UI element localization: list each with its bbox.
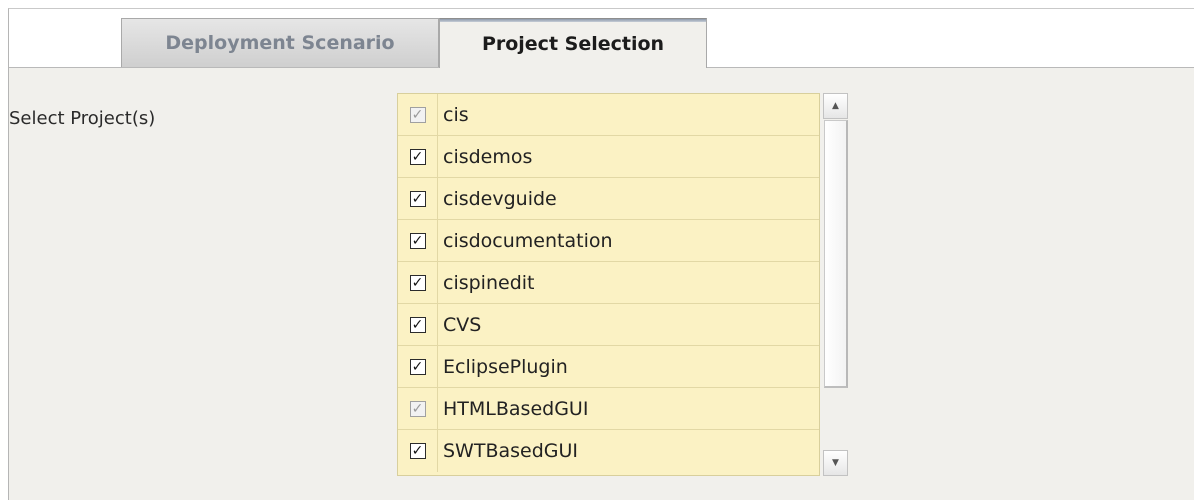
checkbox-swtbasedgui[interactable]: ✓ xyxy=(409,443,426,459)
checkbox-cell: ✓ xyxy=(398,430,438,472)
tab-project-selection[interactable]: Project Selection xyxy=(439,18,707,68)
checkbox-cispinedit[interactable]: ✓ xyxy=(409,274,426,291)
checkbox-cis: ✓ xyxy=(409,106,426,123)
list-item-label: cispinedit xyxy=(443,271,535,294)
list-item-label: cisdemos xyxy=(443,145,533,168)
list-item[interactable]: ✓ cisdocumentation xyxy=(398,220,819,262)
checkbox-cell: ✓ xyxy=(398,388,438,429)
checkbox-cvs[interactable]: ✓ xyxy=(409,316,426,333)
checkbox-cell: ✓ xyxy=(398,136,438,177)
tab-deployment-scenario[interactable]: Deployment Scenario xyxy=(121,18,439,67)
scroll-up-button[interactable]: ▲ xyxy=(823,93,848,119)
list-item[interactable]: ✓ SWTBasedGUI xyxy=(398,430,819,472)
project-list[interactable]: ✓ cis ✓ cisdemos ✓ cisdevguide ✓ cisdocu… xyxy=(397,93,820,476)
list-item-label: HTMLBasedGUI xyxy=(443,397,589,420)
list-item[interactable]: ✓ cisdevguide xyxy=(398,178,819,220)
list-item[interactable]: ✓ EclipsePlugin xyxy=(398,346,819,388)
tab-project-selection-label: Project Selection xyxy=(481,32,665,55)
list-item-label: SWTBasedGUI xyxy=(443,440,579,462)
checkbox-eclipseplugin[interactable]: ✓ xyxy=(409,358,426,375)
checkbox-cell: ✓ xyxy=(398,178,438,219)
checkbox-cisdevguide[interactable]: ✓ xyxy=(409,190,426,207)
checkbox-cell: ✓ xyxy=(398,94,438,135)
arrow-down-icon: ▼ xyxy=(832,458,839,468)
checkbox-cisdocumentation[interactable]: ✓ xyxy=(409,232,426,249)
list-item[interactable]: ✓ cis xyxy=(398,94,819,136)
vertical-scrollbar[interactable]: ▲ ▼ xyxy=(821,93,850,476)
scrollbar-thumb[interactable] xyxy=(824,120,848,388)
list-item[interactable]: ✓ HTMLBasedGUI xyxy=(398,388,819,430)
list-item-label: cis xyxy=(443,103,469,126)
scroll-down-button[interactable]: ▼ xyxy=(823,450,848,476)
list-item-label: cisdevguide xyxy=(443,187,557,210)
select-projects-label: Select Project(s) xyxy=(9,108,156,129)
list-item[interactable]: ✓ CVS xyxy=(398,304,819,346)
tab-strip: Deployment Scenario Project Selection xyxy=(9,9,1194,68)
checkbox-cell: ✓ xyxy=(398,220,438,261)
checkbox-htmlbasedgui: ✓ xyxy=(409,400,426,417)
list-item-label: CVS xyxy=(443,313,482,336)
checkbox-cell: ✓ xyxy=(398,304,438,345)
project-selection-panel: Deployment Scenario Project Selection Se… xyxy=(8,8,1194,500)
list-item-label: cisdocumentation xyxy=(443,229,613,252)
list-item[interactable]: ✓ cispinedit xyxy=(398,262,819,304)
list-item[interactable]: ✓ cisdemos xyxy=(398,136,819,178)
checkbox-cell: ✓ xyxy=(398,346,438,387)
tab-deployment-scenario-label: Deployment Scenario xyxy=(165,32,395,54)
list-item-label: EclipsePlugin xyxy=(443,355,568,378)
arrow-up-icon: ▲ xyxy=(832,101,839,111)
checkbox-cell: ✓ xyxy=(398,262,438,303)
checkbox-cisdemos[interactable]: ✓ xyxy=(409,148,426,165)
